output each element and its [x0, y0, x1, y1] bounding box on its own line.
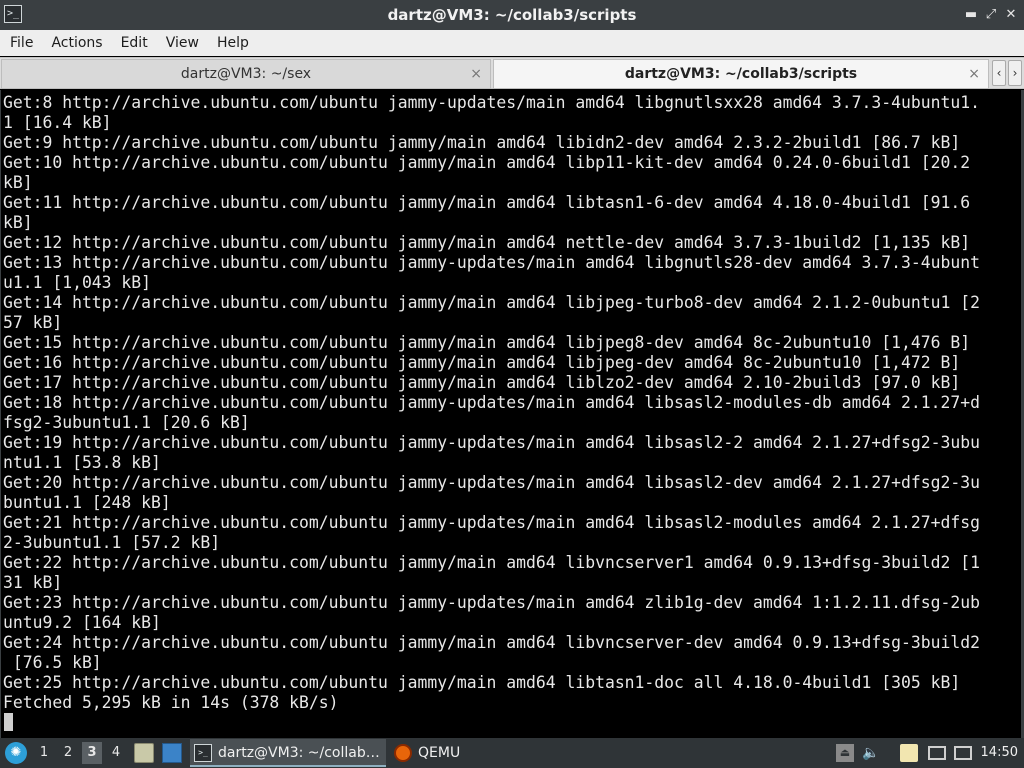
tab-label: dartz@VM3: ~/sex [180, 66, 312, 82]
terminal-line: Get:20 http://archive.ubuntu.com/ubuntu … [3, 473, 980, 492]
window-title: dartz@VM3: ~/collab3/scripts [387, 6, 637, 24]
terminal-line: 57 kB] [3, 313, 63, 332]
volume-icon[interactable]: 🔈 [862, 744, 880, 762]
terminal-line: untu9.2 [164 kB] [3, 613, 161, 632]
tab-bar: dartz@VM3: ~/sex × dartz@VM3: ~/collab3/… [0, 57, 1024, 89]
workspace-3[interactable]: 3 [82, 742, 102, 764]
window-titlebar[interactable]: >_ dartz@VM3: ~/collab3/scripts ▬ ⤢ ✕ [0, 0, 1024, 30]
terminal-line: Get:23 http://archive.ubuntu.com/ubuntu … [3, 593, 980, 612]
terminal-line: Fetched 5,295 kB in 14s (378 kB/s) [3, 693, 339, 712]
terminal-line: Get:18 http://archive.ubuntu.com/ubuntu … [3, 393, 980, 412]
file-manager-icon[interactable] [134, 743, 154, 763]
tab-scroll-right-button[interactable]: › [1008, 60, 1022, 86]
tab-label: dartz@VM3: ~/collab3/scripts [624, 66, 858, 82]
terminal-text: Get:8 http://archive.ubuntu.com/ubuntu j… [3, 93, 980, 713]
tab-sex[interactable]: dartz@VM3: ~/sex × [1, 59, 491, 89]
terminal-line: 31 kB] [3, 573, 63, 592]
tab-close-icon[interactable]: × [470, 60, 482, 88]
terminal-line: Get:12 http://archive.ubuntu.com/ubuntu … [3, 233, 971, 252]
terminal-line: Get:22 http://archive.ubuntu.com/ubuntu … [3, 553, 980, 572]
show-desktop-icon[interactable] [162, 743, 182, 763]
terminal-line: kB] [3, 213, 33, 232]
tab-scroll-left-button[interactable]: ‹ [992, 60, 1006, 86]
terminal-line: u1.1 [1,043 kB] [3, 273, 152, 292]
terminal-line: Get:14 http://archive.ubuntu.com/ubuntu … [3, 293, 980, 312]
start-menu-icon[interactable]: ✺ [5, 742, 27, 764]
task-terminal[interactable]: >_ dartz@VM3: ~/collab… [190, 739, 386, 767]
terminal-line: 1 [16.4 kB] [3, 113, 112, 132]
minimize-icon[interactable]: ▬ [962, 6, 980, 24]
terminal-line: fsg2-3ubuntu1.1 [20.6 kB] [3, 413, 250, 432]
task-label: dartz@VM3: ~/collab… [218, 745, 380, 761]
workspace-4[interactable]: 4 [106, 742, 126, 764]
terminal-line: Get:8 http://archive.ubuntu.com/ubuntu j… [3, 93, 980, 112]
terminal-line: kB] [3, 173, 33, 192]
clock[interactable]: 14:50 [981, 738, 1018, 768]
clipboard-icon[interactable] [900, 744, 918, 762]
workspace-1[interactable]: 1 [34, 742, 54, 764]
menu-help[interactable]: Help [208, 30, 258, 56]
display-icon[interactable] [954, 746, 972, 760]
close-icon[interactable]: ✕ [1002, 6, 1020, 24]
terminal-line: Get:19 http://archive.ubuntu.com/ubuntu … [3, 433, 980, 452]
task-qemu[interactable]: QEMU [390, 739, 480, 767]
terminal-output[interactable]: Get:8 http://archive.ubuntu.com/ubuntu j… [0, 90, 1024, 738]
tab-collab3-scripts[interactable]: dartz@VM3: ~/collab3/scripts × [493, 59, 989, 89]
taskbar: ✺ 1 2 3 4 >_ dartz@VM3: ~/collab… QEMU ⏏… [0, 738, 1024, 768]
menu-file[interactable]: File [0, 30, 42, 56]
terminal-line: Get:11 http://archive.ubuntu.com/ubuntu … [3, 193, 971, 212]
tab-close-icon[interactable]: × [968, 60, 980, 88]
terminal-line: 2-3ubuntu1.1 [57.2 kB] [3, 533, 221, 552]
menu-actions[interactable]: Actions [42, 30, 111, 56]
terminal-line: [76.5 kB] [3, 653, 102, 672]
task-label: QEMU [418, 745, 461, 761]
eject-icon[interactable]: ⏏ [836, 744, 854, 762]
network-icon[interactable] [928, 746, 946, 760]
terminal-line: Get:17 http://archive.ubuntu.com/ubuntu … [3, 373, 961, 392]
terminal-line: buntu1.1 [248 kB] [3, 493, 171, 512]
menu-edit[interactable]: Edit [112, 30, 157, 56]
menu-bar: File Actions Edit View Help [0, 30, 1024, 56]
terminal-line: Get:21 http://archive.ubuntu.com/ubuntu … [3, 513, 980, 532]
terminal-line: Get:10 http://archive.ubuntu.com/ubuntu … [3, 153, 971, 172]
terminal-line: Get:9 http://archive.ubuntu.com/ubuntu j… [3, 133, 961, 152]
terminal-line: Get:13 http://archive.ubuntu.com/ubuntu … [3, 253, 980, 272]
terminal-icon: >_ [194, 744, 212, 762]
terminal-line: Get:24 http://archive.ubuntu.com/ubuntu … [3, 633, 980, 652]
menu-view[interactable]: View [157, 30, 208, 56]
terminal-line: Get:25 http://archive.ubuntu.com/ubuntu … [3, 673, 961, 692]
qemu-icon [394, 744, 412, 762]
terminal-cursor [4, 713, 13, 731]
terminal-line: ntu1.1 [53.8 kB] [3, 453, 161, 472]
workspace-2[interactable]: 2 [58, 742, 78, 764]
maximize-icon[interactable]: ⤢ [982, 6, 1000, 24]
terminal-line: Get:16 http://archive.ubuntu.com/ubuntu … [3, 353, 961, 372]
terminal-line: Get:15 http://archive.ubuntu.com/ubuntu … [3, 333, 971, 352]
